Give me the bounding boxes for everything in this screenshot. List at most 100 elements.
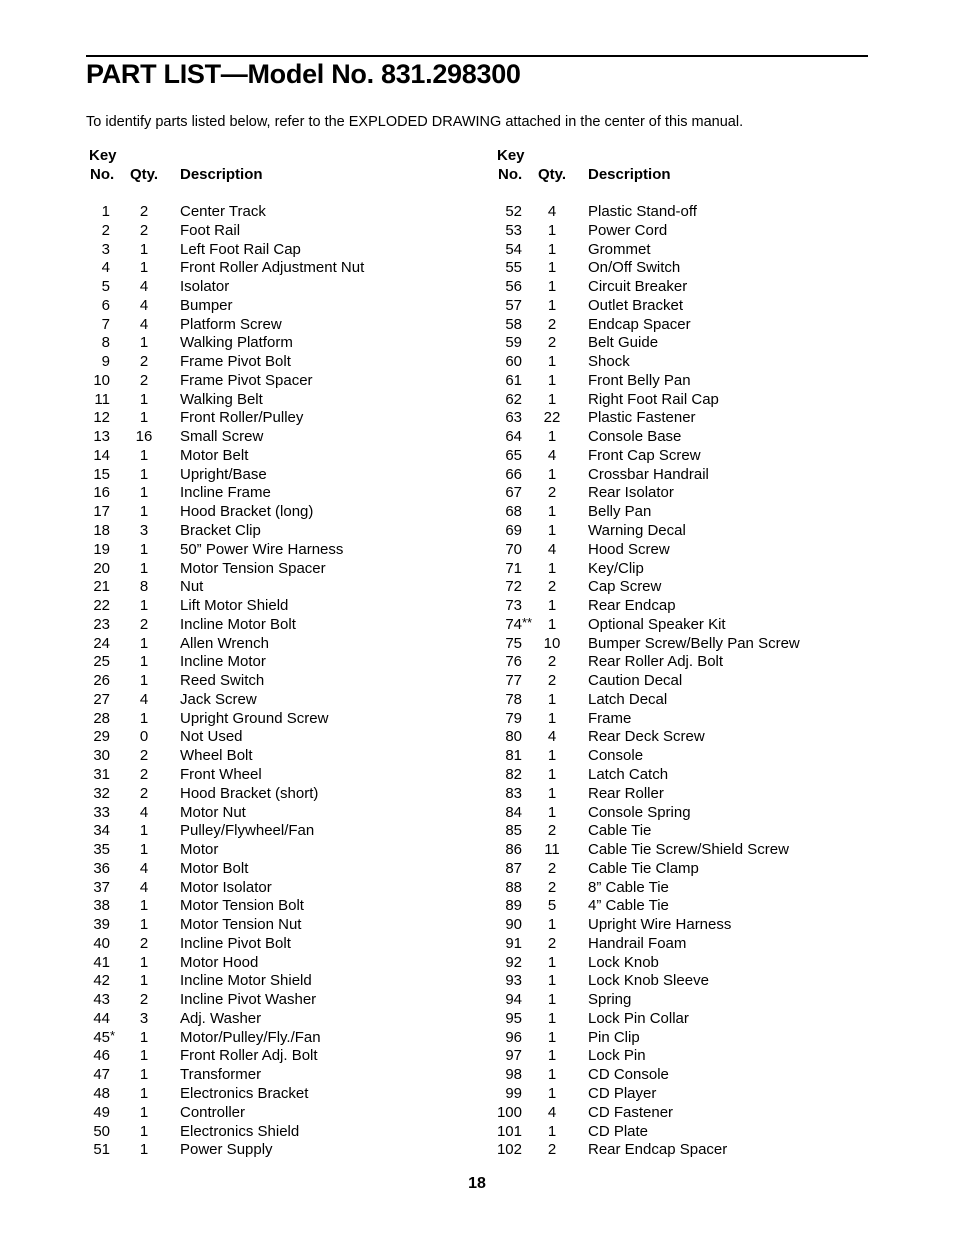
part-row: 25 1 Incline Motor [86, 653, 466, 672]
part-quantity: 1 [139, 1028, 149, 1046]
key-number-text: 76 [505, 653, 522, 671]
part-row: 80 4 Rear Deck Screw [494, 728, 874, 747]
key-number-text: 70 [505, 540, 522, 558]
part-key-number: 76 [494, 653, 522, 671]
part-row: 67 2 Rear Isolator [494, 484, 874, 503]
part-description: Right Foot Rail Cap [588, 390, 719, 408]
part-key-number: 15 [86, 466, 110, 484]
part-row: 41 1 Motor Hood [86, 954, 466, 973]
part-key-number: 78 [494, 691, 522, 709]
part-description: Not Used [180, 728, 243, 746]
key-number-text: 81 [505, 747, 522, 765]
key-number-text: 92 [505, 953, 522, 971]
part-row: 43 2 Incline Pivot Washer [86, 991, 466, 1010]
part-quantity: 1 [139, 259, 149, 277]
key-number-text: 82 [505, 765, 522, 783]
part-quantity: 16 [135, 428, 153, 446]
part-row: 84 1 Console Spring [494, 804, 874, 823]
key-number-text: 2 [101, 221, 110, 239]
part-row: 97 1 Lock Pin [494, 1047, 874, 1066]
part-row: 100 4 CD Fastener [494, 1104, 874, 1123]
header-qty: Qty. [538, 166, 567, 183]
part-description: Frame [588, 709, 632, 727]
part-key-number: 82 [494, 766, 522, 784]
parts-list-left: 1 2 Center Track 2 2 Foot Rail 3 1 Left Foot Rai… [86, 203, 466, 1160]
part-description: Bumper Screw/Belly Pan Screw [588, 634, 800, 652]
part-quantity: 2 [139, 353, 149, 371]
part-row: 91 2 Handrail Foam [494, 935, 874, 954]
part-row: 30 2 Wheel Bolt [86, 747, 466, 766]
part-description: Wheel Bolt [180, 747, 253, 765]
part-row: 66 1 Crossbar Handrail [494, 466, 874, 485]
key-number-text: 30 [93, 747, 110, 765]
part-description: Lock Pin Collar [588, 1009, 689, 1027]
part-quantity: 1 [547, 747, 557, 765]
part-row: 55 1 On/Off Switch [494, 259, 874, 278]
part-row: 36 4 Motor Bolt [86, 860, 466, 879]
part-row: 74 ** 1 Optional Speaker Kit [494, 615, 874, 635]
part-key-number: 95 [494, 1010, 522, 1028]
part-quantity: 2 [139, 615, 149, 633]
part-description: Upright/Base [180, 465, 267, 483]
part-key-number: 19 [86, 541, 110, 559]
key-number-text: 7 [101, 315, 110, 333]
part-description: Incline Pivot Washer [180, 991, 317, 1009]
key-number-text: 45 [93, 1028, 110, 1046]
key-number-text: 15 [93, 465, 110, 483]
part-key-number: 65 [494, 447, 522, 465]
key-number-text: 1 [101, 203, 110, 220]
part-description: Upright Wire Harness [588, 916, 732, 934]
part-quantity: 1 [547, 522, 557, 540]
page-number: 18 [468, 1175, 486, 1192]
part-key-number: 91 [494, 935, 522, 953]
part-quantity: 2 [139, 747, 149, 765]
key-number-text: 35 [93, 841, 110, 859]
key-number-text: 71 [505, 559, 522, 577]
part-description: Lock Knob Sleeve [588, 972, 709, 990]
part-description: Reed Switch [180, 672, 265, 690]
part-row: 85 2 Cable Tie [494, 822, 874, 841]
part-key-number: 23 [86, 616, 110, 634]
part-row: 39 1 Motor Tension Nut [86, 916, 466, 935]
part-quantity: 1 [139, 1066, 149, 1084]
key-number-text: 19 [93, 540, 110, 558]
part-quantity: 2 [139, 203, 149, 220]
key-number-text: 97 [505, 1047, 522, 1065]
part-description: 50” Power Wire Harness [180, 540, 344, 558]
part-row: 99 1 CD Player [494, 1085, 874, 1104]
part-key-number: 13 [86, 428, 110, 446]
part-quantity: 11 [544, 841, 560, 859]
part-key-number: 57 [494, 297, 522, 315]
part-row: 87 2 Cable Tie Clamp [494, 860, 874, 879]
part-row: 9 2 Frame Pivot Bolt [86, 353, 466, 372]
key-number-text: 37 [93, 878, 110, 896]
key-number-text: 79 [505, 709, 522, 727]
key-number-text: 3 [101, 240, 110, 258]
part-row: 96 1 Pin Clip [494, 1029, 874, 1048]
part-row: 6 4 Bumper [86, 297, 466, 316]
part-key-number: 64 [494, 428, 522, 446]
part-key-number: 90 [494, 916, 522, 934]
part-quantity: 1 [139, 240, 149, 258]
part-quantity: 1 [547, 765, 557, 783]
part-description: Console [588, 747, 644, 765]
part-description: Bracket Clip [180, 522, 261, 540]
part-quantity: 1 [139, 484, 149, 502]
part-quantity: 2 [547, 653, 557, 671]
header-key: Key [497, 147, 525, 164]
part-key-number: 18 [86, 522, 110, 540]
part-key-number: 33 [86, 804, 110, 822]
part-row: 64 1 Console Base [494, 428, 874, 447]
part-description: Platform Screw [180, 315, 282, 333]
part-description: Outlet Bracket [588, 296, 684, 314]
part-key-number: 53 [494, 222, 522, 240]
part-key-number: 100 [494, 1104, 522, 1122]
part-row: 78 1 Latch Decal [494, 691, 874, 710]
part-quantity: 2 [547, 822, 557, 840]
key-number-text: 17 [93, 503, 110, 521]
part-row: 73 1 Rear Endcap [494, 597, 874, 616]
part-description: Handrail Foam [588, 934, 687, 952]
part-row: 77 2 Caution Decal [494, 672, 874, 691]
part-row: 13 16 Small Screw [86, 428, 466, 447]
part-key-number: 60 [494, 353, 522, 371]
